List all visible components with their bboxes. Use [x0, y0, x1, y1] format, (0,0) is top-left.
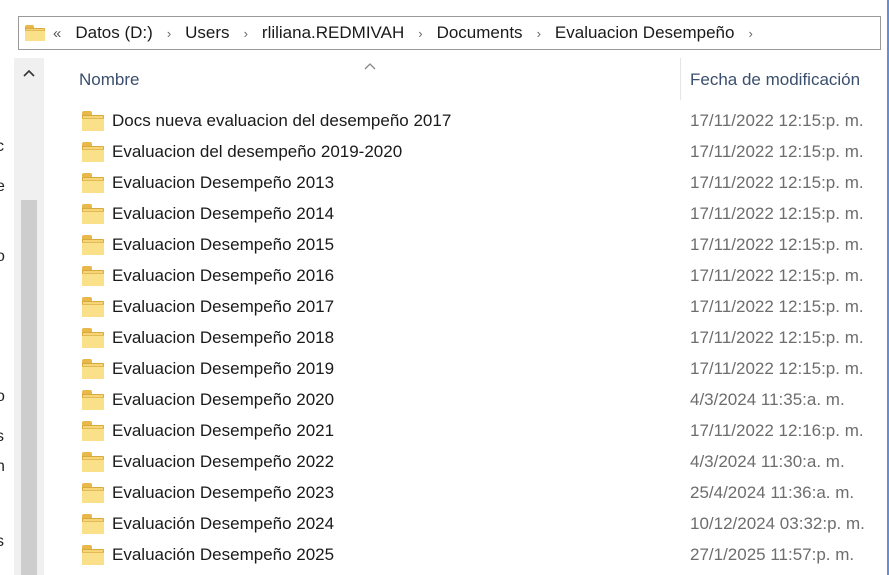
- column-header-date-modified[interactable]: Fecha de modificación: [690, 70, 860, 90]
- list-item[interactable]: Evaluacion Desempeño 2018 17/11/2022 12:1…: [44, 323, 889, 354]
- folder-icon: [82, 266, 104, 286]
- breadcrumb-item[interactable]: Evaluacion Desempeño: [551, 23, 739, 42]
- folder-icon: [82, 514, 104, 534]
- list-item[interactable]: Evaluacion Desempeño 2014 17/11/2022 12:1…: [44, 199, 889, 230]
- nav-item-fragment[interactable]: s: [0, 533, 14, 551]
- list-item[interactable]: Evaluacion Desempeño 2015 17/11/2022 12:1…: [44, 230, 889, 261]
- file-date-modified: 27/1/2025 11:57:p. m.: [690, 545, 855, 564]
- file-date-modified: 17/11/2022 12:15:p. m.: [690, 173, 864, 192]
- folder-icon: [82, 390, 104, 410]
- nav-item-fragment[interactable]: e: [0, 178, 14, 196]
- nav-item-fragment[interactable]: c: [0, 138, 14, 156]
- folder-icon: [82, 452, 104, 472]
- folder-icon: [82, 173, 104, 193]
- file-date-modified: 10/12/2024 03:32:p. m.: [690, 514, 865, 533]
- file-name: Evaluacion Desempeño 2013: [112, 173, 335, 192]
- folder-icon: [82, 142, 104, 162]
- file-date-modified: 17/11/2022 12:15:p. m.: [690, 111, 864, 130]
- chevron-right-icon[interactable]: ›: [537, 26, 541, 41]
- list-item[interactable]: Docs nueva evaluacion del desempeño 2017…: [44, 106, 889, 137]
- chevron-right-icon[interactable]: ›: [167, 26, 171, 41]
- breadcrumb-item[interactable]: rliliana.REDMIVAH: [258, 23, 408, 42]
- file-date-modified: 17/11/2022 12:15:p. m.: [690, 328, 864, 347]
- file-name: Evaluacion Desempeño 2014: [112, 204, 335, 223]
- list-item[interactable]: Evaluacion Desempeño 2013 17/11/2022 12:1…: [44, 168, 889, 199]
- file-date-modified: 4/3/2024 11:35:a. m.: [690, 390, 845, 409]
- file-name: Evaluacion Desempeño 2020: [112, 390, 335, 409]
- list-item[interactable]: Evaluacion Desempeño 2022 4/3/2024 11:30:…: [44, 447, 889, 478]
- list-item[interactable]: Evaluación Desempeño 2024 10/12/2024 03:3…: [44, 509, 889, 540]
- list-item[interactable]: Evaluacion Desempeño 2016 17/11/2022 12:1…: [44, 261, 889, 292]
- address-bar[interactable]: « Datos (D:) › Users › rliliana.REDMIVAH › Doc…: [18, 16, 881, 50]
- file-name: Evaluacion Desempeño 2022: [112, 452, 335, 471]
- file-name: Evaluacion Desempeño 2015: [112, 235, 335, 254]
- file-date-modified: 17/11/2022 12:15:p. m.: [690, 266, 864, 285]
- breadcrumb-item[interactable]: Documents: [433, 23, 527, 42]
- folder-icon: [82, 328, 104, 348]
- file-name: Docs nueva evaluacion del desempeño 2017: [112, 111, 452, 130]
- scroll-up-button[interactable]: [14, 58, 44, 88]
- column-header-row: Nombre Fecha de modificación: [44, 58, 889, 100]
- folder-icon: [82, 359, 104, 379]
- file-name: Evaluacion Desempeño 2018: [112, 328, 335, 347]
- scrollbar-thumb[interactable]: [21, 200, 37, 575]
- file-date-modified: 17/11/2022 12:15:p. m.: [690, 297, 864, 316]
- column-divider[interactable]: [680, 58, 681, 100]
- chevron-right-icon[interactable]: ›: [748, 26, 752, 41]
- file-name: Evaluación Desempeño 2025: [112, 545, 335, 564]
- list-item[interactable]: Evaluacion del desempeño 2019-2020 17/11/…: [44, 137, 889, 168]
- list-item[interactable]: Evaluación Desempeño 2025 27/1/2025 11:57…: [44, 540, 889, 571]
- list-item[interactable]: Evaluacion Desempeño 2019 17/11/2022 12:1…: [44, 354, 889, 385]
- file-name: Evaluacion Desempeño 2019: [112, 359, 335, 378]
- folder-icon: [82, 235, 104, 255]
- folder-icon: [82, 297, 104, 317]
- file-list: Docs nueva evaluacion del desempeño 2017…: [44, 106, 889, 575]
- file-date-modified: 17/11/2022 12:15:p. m.: [690, 204, 864, 223]
- vertical-scrollbar[interactable]: [14, 58, 44, 575]
- nav-item-fragment[interactable]: n: [0, 458, 14, 476]
- nav-item-fragment[interactable]: i: [0, 208, 14, 226]
- file-date-modified: 4/3/2024 11:30:a. m.: [690, 452, 845, 471]
- file-name: Evaluacion del desempeño 2019-2020: [112, 142, 403, 161]
- folder-icon: [25, 24, 45, 42]
- breadcrumb-overflow-button[interactable]: «: [53, 25, 61, 42]
- folder-icon: [82, 111, 104, 131]
- file-date-modified: 25/4/2024 11:36:a. m.: [690, 483, 855, 502]
- file-name: Evaluacion Desempeño 2016: [112, 266, 335, 285]
- chevron-right-icon[interactable]: ›: [244, 26, 248, 41]
- folder-icon: [82, 204, 104, 224]
- file-date-modified: 17/11/2022 12:15:p. m.: [690, 235, 864, 254]
- list-item[interactable]: Evaluacion Desempeño 2017 17/11/2022 12:1…: [44, 292, 889, 323]
- breadcrumb-item[interactable]: Users: [181, 23, 233, 42]
- file-name: Evaluacion Desempeño 2017: [112, 297, 335, 316]
- nav-item-fragment[interactable]: o: [0, 248, 14, 266]
- list-item[interactable]: Evaluacion Desempeño 2021 17/11/2022 12:1…: [44, 416, 889, 447]
- list-item[interactable]: Evaluacion Desempeño 2023 25/4/2024 11:36…: [44, 478, 889, 509]
- chevron-right-icon[interactable]: ›: [418, 26, 422, 41]
- file-explorer-window: « Datos (D:) › Users › rliliana.REDMIVAH › Doc…: [0, 0, 889, 575]
- folder-icon: [82, 483, 104, 503]
- file-name: Evaluacion Desempeño 2021: [112, 421, 335, 440]
- file-name: Evaluación Desempeño 2024: [112, 514, 335, 533]
- folder-icon: [82, 545, 104, 565]
- breadcrumb-item[interactable]: Datos (D:): [71, 23, 156, 42]
- file-date-modified: 17/11/2022 12:16:p. m.: [690, 421, 864, 440]
- navigation-pane[interactable]: ceioosns: [0, 58, 14, 575]
- nav-item-fragment[interactable]: o: [0, 388, 14, 406]
- breadcrumb: Datos (D:) › Users › rliliana.REDMIVAH › Docum…: [71, 23, 762, 43]
- file-name: Evaluacion Desempeño 2023: [112, 483, 335, 502]
- file-date-modified: 17/11/2022 12:15:p. m.: [690, 142, 864, 161]
- sort-up-icon: [364, 58, 376, 73]
- nav-item-fragment[interactable]: s: [0, 428, 14, 446]
- column-header-name[interactable]: Nombre: [79, 70, 139, 90]
- folder-icon: [82, 421, 104, 441]
- file-date-modified: 17/11/2022 12:15:p. m.: [690, 359, 864, 378]
- list-item[interactable]: Evaluacion Desempeño 2020 4/3/2024 11:35:…: [44, 385, 889, 416]
- chevron-up-icon: [23, 69, 35, 77]
